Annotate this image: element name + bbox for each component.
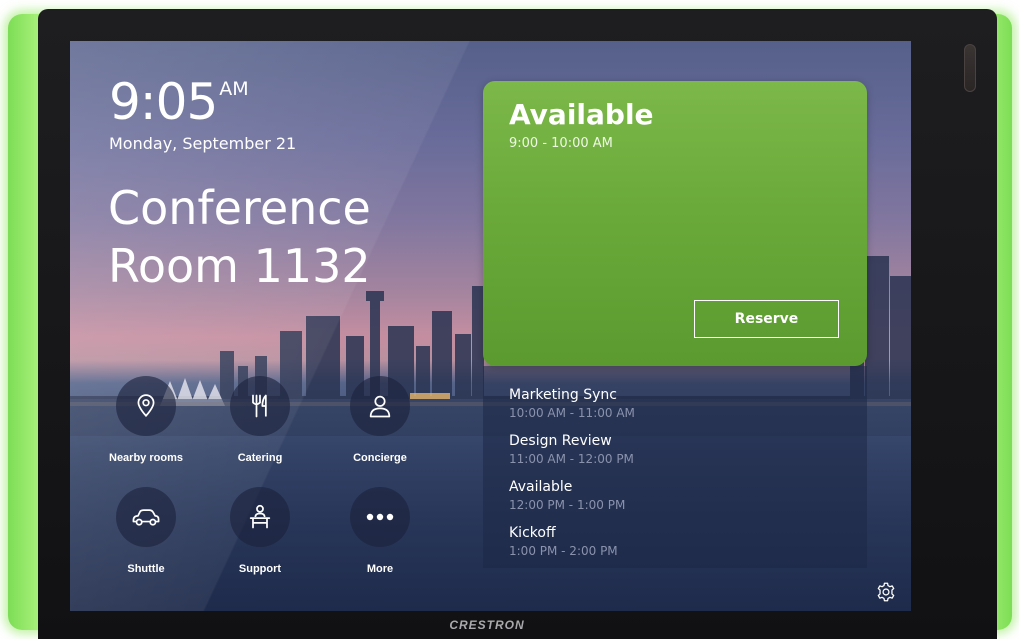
availability-time: 9:00 - 10:00 AM xyxy=(509,136,613,151)
tile-label: Shuttle xyxy=(127,563,165,575)
schedule-list: Marketing Sync 10:00 AM - 11:00 AM Desig… xyxy=(483,366,867,568)
schedule-item-name: Kickoff xyxy=(509,525,556,541)
clock-ampm: AM xyxy=(219,78,249,100)
person-icon xyxy=(369,395,391,418)
availability-status: Available xyxy=(509,98,654,131)
room-name-line1: Conference xyxy=(108,181,371,235)
tile-shuttle[interactable]: Shuttle xyxy=(86,487,206,575)
camera-icon xyxy=(964,44,976,92)
schedule-item-time: 12:00 PM - 1:00 PM xyxy=(509,498,626,512)
schedule-item-time: 1:00 PM - 2:00 PM xyxy=(509,544,618,558)
desk-support-icon xyxy=(249,504,271,529)
tile-label: Support xyxy=(238,563,282,575)
map-pin-icon xyxy=(137,394,155,418)
tile-support[interactable]: Support xyxy=(200,487,320,575)
tile-label: Concierge xyxy=(353,452,407,464)
clock-date: Monday, September 21 xyxy=(109,134,297,153)
tile-more-circle[interactable] xyxy=(350,487,410,547)
schedule-item[interactable]: Marketing Sync 10:00 AM - 11:00 AM xyxy=(509,387,635,420)
schedule-item-name: Marketing Sync xyxy=(509,387,617,403)
tile-label: More xyxy=(366,563,394,575)
tile-concierge-circle[interactable] xyxy=(350,376,410,436)
tile-concierge[interactable]: Concierge xyxy=(320,376,440,464)
tile-catering-circle[interactable] xyxy=(230,376,290,436)
schedule-item[interactable]: Kickoff 1:00 PM - 2:00 PM xyxy=(509,525,618,558)
tile-nearby-rooms[interactable]: Nearby rooms xyxy=(86,376,206,464)
tile-support-circle[interactable] xyxy=(230,487,290,547)
schedule-item[interactable]: Design Review 11:00 AM - 12:00 PM xyxy=(509,433,634,466)
tile-more[interactable]: More xyxy=(320,487,440,575)
schedule-item-name: Design Review xyxy=(509,433,612,449)
tile-shuttle-circle[interactable] xyxy=(116,487,176,547)
room-name: Conference Room 1132 xyxy=(108,179,468,295)
gear-icon[interactable] xyxy=(875,581,897,603)
tile-label: Nearby rooms xyxy=(109,452,183,464)
utensils-icon xyxy=(252,394,267,418)
schedule-item-name: Available xyxy=(509,479,573,495)
touch-screen: 9:05 AM Monday, September 21 Conference R… xyxy=(70,41,911,611)
schedule-item-time: 10:00 AM - 11:00 AM xyxy=(509,406,635,420)
tile-catering[interactable]: Catering xyxy=(200,376,320,464)
tile-label: Catering xyxy=(237,452,283,464)
schedule-item[interactable]: Available 12:00 PM - 1:00 PM xyxy=(509,479,625,512)
car-icon xyxy=(132,509,160,526)
brand-logo: CRESTRON xyxy=(449,618,525,632)
clock: 9:05 AM xyxy=(109,75,249,129)
schedule-item-time: 11:00 AM - 12:00 PM xyxy=(509,452,634,466)
clock-time: 9:05 xyxy=(109,73,218,131)
room-name-line2: Room 1132 xyxy=(108,239,371,293)
more-dots-icon xyxy=(366,513,394,521)
reserve-button[interactable]: Reserve xyxy=(694,300,839,338)
tile-nearby-rooms-circle[interactable] xyxy=(116,376,176,436)
availability-card: Available 9:00 - 10:00 AM Reserve xyxy=(483,81,867,366)
